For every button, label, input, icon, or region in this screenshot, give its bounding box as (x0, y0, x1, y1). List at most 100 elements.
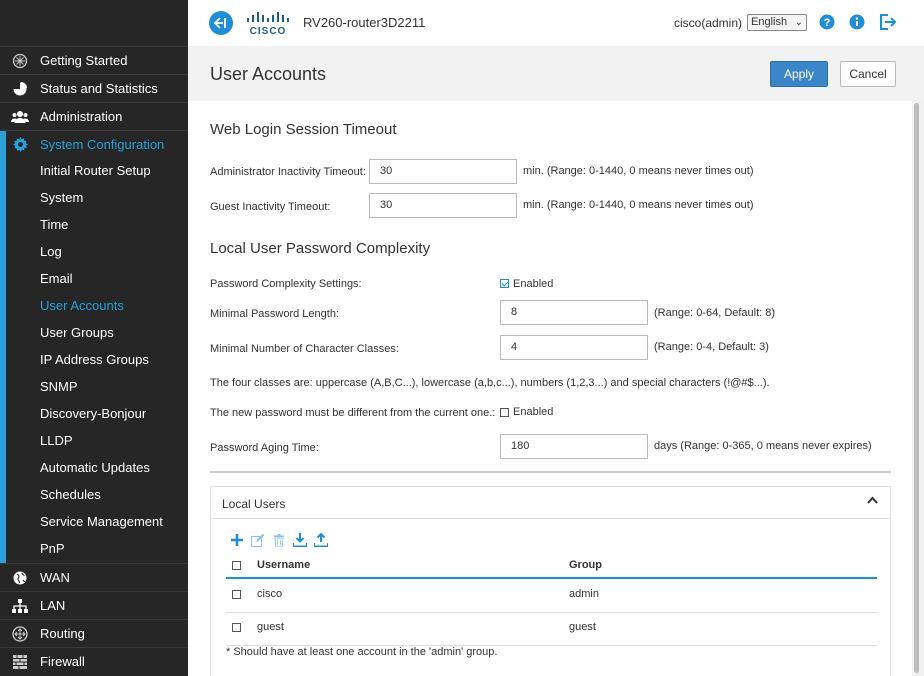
gear-icon (0, 137, 40, 152)
sidebar-item-label: System Configuration (40, 137, 165, 152)
min-classes-label: Minimal Number of Character Classes: (210, 343, 399, 355)
table-row[interactable]: guest guest (226, 613, 877, 646)
help-icon[interactable]: ? (818, 13, 836, 31)
sidebar-item-label: Getting Started (40, 53, 128, 68)
column-header-group[interactable]: Group (569, 559, 602, 571)
logout-icon[interactable] (879, 13, 897, 31)
sidebar-item-label: WAN (40, 570, 70, 585)
scrollbar-thumb[interactable] (914, 103, 919, 673)
guest-timeout-input[interactable]: 30 (369, 193, 517, 218)
sub-item-email[interactable]: Email (40, 269, 73, 289)
complexity-enabled-label: Enabled (513, 278, 554, 290)
sidebar-item-system-configuration[interactable]: System Configuration (0, 130, 188, 158)
sub-item-snmp[interactable]: SNMP (40, 377, 78, 397)
current-user: cisco(admin) (674, 16, 743, 30)
aging-time-hint: days (Range: 0-365, 0 means never expire… (654, 440, 872, 452)
page-title-bar: User Accounts Apply Cancel (188, 46, 924, 101)
sub-item-user-accounts[interactable]: User Accounts (40, 296, 124, 316)
section-title-session-timeout: Web Login Session Timeout (210, 121, 397, 138)
language-select[interactable]: English ⌄ (747, 14, 807, 31)
collapse-menu-button[interactable] (209, 11, 233, 35)
page-title: User Accounts (210, 64, 327, 84)
edit-icon[interactable] (251, 533, 265, 547)
network-icon (0, 598, 40, 613)
info-icon[interactable] (848, 13, 866, 31)
sidebar-item-lan[interactable]: LAN (0, 591, 188, 619)
sidebar-item-label: Status and Statistics (40, 81, 158, 96)
sidebar-item-label: Administration (40, 109, 123, 124)
sub-item-time[interactable]: Time (40, 215, 68, 235)
table-row[interactable]: cisco admin (226, 580, 877, 613)
sidebar: Getting Started Status and Statistics Ad… (0, 0, 188, 676)
delete-icon[interactable] (272, 533, 286, 547)
language-value: English (751, 16, 788, 28)
admin-timeout-input[interactable]: 30 (369, 159, 517, 184)
different-password-label: The new password must be different from … (210, 407, 496, 419)
guest-timeout-hint: min. (Range: 0-1440, 0 means never times… (523, 199, 754, 211)
download-icon[interactable] (293, 533, 307, 547)
sidebar-item-label: Firewall (40, 654, 85, 669)
local-users-title: Local Users (222, 497, 286, 511)
row-checkbox[interactable] (232, 623, 241, 632)
sidebar-item-wan[interactable]: WAN (0, 563, 188, 591)
vertical-scrollbar[interactable] (912, 101, 924, 676)
sub-item-pnp[interactable]: PnP (40, 539, 65, 559)
sidebar-item-label: Routing (40, 626, 85, 641)
firewall-icon (0, 654, 40, 669)
sub-item-discovery-bonjour[interactable]: Discovery-Bonjour (40, 404, 146, 424)
add-icon[interactable] (230, 533, 244, 547)
row-checkbox[interactable] (232, 590, 241, 599)
cisco-logo: CISCO (246, 12, 294, 41)
admin-timeout-hint: min. (Range: 0-1440, 0 means never times… (523, 165, 754, 177)
aging-time-label: Password Aging Time: (210, 442, 319, 454)
local-users-panel: Local Users Username Group cisco admin g… (210, 486, 891, 676)
section-divider (210, 471, 891, 473)
sub-item-service-management[interactable]: Service Management (40, 512, 163, 532)
local-users-header[interactable]: Local Users (211, 487, 890, 519)
different-password-checkbox[interactable] (500, 408, 509, 417)
complexity-settings-label: Password Complexity Settings: (210, 278, 362, 290)
select-all-checkbox[interactable] (232, 561, 241, 570)
main-content: Web Login Session Timeout Administrator … (188, 101, 912, 676)
admin-group-note: * Should have at least one account in th… (226, 646, 498, 658)
guest-timeout-label: Guest Inactivity Timeout: (210, 201, 331, 213)
sub-item-schedules[interactable]: Schedules (40, 485, 101, 505)
sub-item-lldp[interactable]: LLDP (40, 431, 73, 451)
sidebar-item-routing[interactable]: Routing (0, 619, 188, 647)
active-section-indicator (0, 131, 6, 563)
cancel-button[interactable]: Cancel (840, 61, 896, 87)
character-classes-note: The four classes are: uppercase (A,B,C..… (210, 377, 770, 389)
chevron-down-icon: ⌄ (794, 17, 803, 28)
sub-item-system[interactable]: System (40, 188, 83, 208)
different-password-enabled-label: Enabled (513, 406, 554, 418)
sub-item-automatic-updates[interactable]: Automatic Updates (40, 458, 150, 478)
device-name: RV260-router3D2211 (303, 15, 426, 30)
sub-item-initial-router-setup[interactable]: Initial Router Setup (40, 161, 151, 181)
sub-item-log[interactable]: Log (40, 242, 62, 262)
sidebar-item-firewall[interactable]: Firewall (0, 647, 188, 675)
min-classes-hint: (Range: 0-4, Default: 3) (654, 341, 769, 353)
chevron-up-icon[interactable] (867, 495, 878, 507)
min-classes-input[interactable]: 4 (500, 335, 648, 360)
min-length-input[interactable]: 8 (500, 300, 648, 325)
top-header: CISCO RV260-router3D2211 cisco(admin) En… (188, 0, 924, 46)
sub-item-ip-address-groups[interactable]: IP Address Groups (40, 350, 149, 370)
min-length-label: Minimal Password Length: (210, 308, 340, 320)
svg-text:?: ? (824, 17, 831, 29)
sidebar-item-status-statistics[interactable]: Status and Statistics (0, 74, 188, 102)
getting-started-icon (0, 53, 40, 69)
complexity-enabled-checkbox[interactable] (500, 279, 509, 288)
aging-time-input[interactable]: 180 (500, 434, 648, 459)
column-header-username[interactable]: Username (257, 559, 310, 571)
sidebar-item-getting-started[interactable]: Getting Started (0, 46, 188, 74)
sub-item-user-groups[interactable]: User Groups (40, 323, 114, 343)
admin-timeout-label: Administrator Inactivity Timeout: (210, 166, 366, 178)
apply-button[interactable]: Apply (770, 61, 828, 87)
sidebar-item-label: LAN (40, 598, 66, 613)
sidebar-item-administration[interactable]: Administration (0, 102, 188, 130)
section-title-password-complexity: Local User Password Complexity (210, 240, 431, 257)
min-length-hint: (Range: 0-64, Default: 8) (654, 307, 776, 319)
group-cell: admin (569, 588, 599, 600)
upload-icon[interactable] (314, 533, 328, 547)
users-table-header: Username Group (226, 555, 877, 579)
